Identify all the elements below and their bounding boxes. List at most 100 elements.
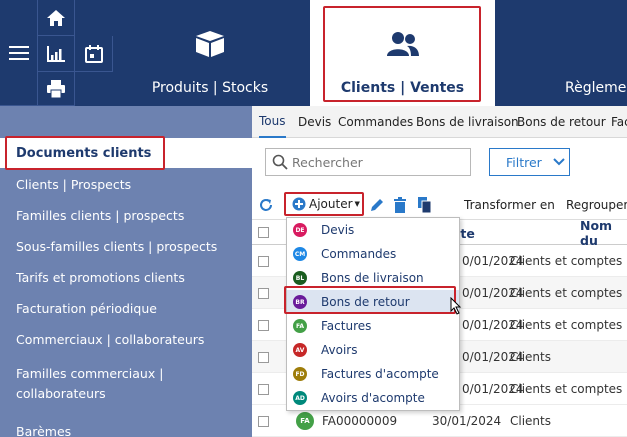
pencil-icon [371,199,383,211]
tab-factures[interactable]: Fac [611,106,627,138]
module-products-stocks[interactable]: Produits | Stocks [145,0,275,106]
sidebar-item-familles-commerciaux[interactable]: Familles commerciaux | collaborateurs [0,362,200,406]
copy-icon [418,197,432,213]
devis-badge-icon: DE [293,223,307,237]
chart-icon [47,45,65,62]
add-dropdown-menu: DE Devis CM Commandes BL Bons de livrais… [286,217,460,411]
calendar-icon [84,44,103,63]
sidebar-item-commerciaux[interactable]: Commerciaux | collaborateurs [0,324,252,354]
hamburger-icon [8,45,29,60]
menu-item-commandes[interactable]: CM Commandes [287,242,459,266]
duplicate-button[interactable] [418,191,432,219]
tab-devis[interactable]: Devis [298,106,331,138]
sidebar-item-tarifs[interactable]: Tarifs et promotions clients [0,262,252,292]
chevron-down-icon [553,158,565,166]
row-checkbox[interactable] [258,384,269,395]
menu-item-factures[interactable]: FA Factures [287,314,459,338]
home-button[interactable] [38,0,75,36]
menu-item-label: Factures [321,319,372,333]
sidebar-item-sous-familles[interactable]: Sous-familles clients | prospects [0,231,252,261]
tab-label: Commandes [338,115,414,129]
calendar-button[interactable] [75,36,113,72]
row-client-name: Clients et comptes ra [510,318,627,332]
sidebar-item-baremes[interactable]: Barèmes [0,416,252,437]
row-client-name: Clients [510,350,551,364]
tab-label: Tous [259,114,286,128]
highlight-box [284,192,364,216]
group-label: Regrouper [566,198,627,212]
search-icon [272,154,288,170]
quick-access-grid [0,0,113,106]
menu-item-factures-acompte[interactable]: FD Factures d'acompte [287,362,459,386]
top-navigation: Produits | Stocks Clients | Ventes Règle… [0,0,627,106]
box-icon [196,31,224,57]
row-client-name: Clients et comptes ra [510,382,627,396]
group-button[interactable]: Regrouper [566,191,627,219]
search-input[interactable]: Rechercher [265,148,471,176]
sidebar-item-label: Sous-familles clients | prospects [16,238,218,254]
transform-button[interactable]: Transformer en [464,191,555,219]
menu-item-label: Bons de livraison [321,271,424,285]
delete-button[interactable] [393,191,407,219]
highlight-box [284,286,456,314]
avoirs-acompte-badge-icon: AD [293,391,307,405]
factures-badge-icon: FA [296,412,314,430]
menu-item-label: Avoirs [321,343,358,357]
module-label: Produits | Stocks [151,80,269,96]
sidebar-item-label: Familles clients | prospects [16,207,185,223]
factures-badge-icon: FA [293,319,307,333]
column-header-label: Nom du [580,218,613,248]
sidebar-item-label: Barèmes [16,423,72,437]
app-window: Produits | Stocks Clients | Ventes Règle… [0,0,627,437]
row-checkbox[interactable] [258,416,269,427]
filter-button[interactable]: Filtrer [489,148,570,176]
menu-item-avoirs[interactable]: AV Avoirs [287,338,459,362]
tab-label: Fac [611,115,627,129]
bons-livraison-badge-icon: BL [293,271,307,285]
printer-icon [47,79,65,98]
tab-bons-retour[interactable]: Bons de retour [517,106,606,138]
search-placeholder: Rechercher [292,154,363,170]
tab-commandes[interactable]: Commandes [338,106,413,138]
highlight-box [5,136,165,170]
factures-acompte-badge-icon: FD [293,367,307,381]
tab-label: Devis [298,115,332,129]
row-checkbox[interactable] [258,352,269,363]
refresh-icon [260,199,272,211]
row-checkbox[interactable] [258,256,269,267]
stats-button[interactable] [38,36,75,72]
avoirs-badge-icon: AV [293,343,307,357]
hamburger-menu-button[interactable] [0,0,38,106]
mouse-cursor-icon [450,297,462,315]
menu-item-label: Avoirs d'acompte [321,391,425,405]
menu-item-avoirs-acompte[interactable]: AD Avoirs d'acompte [287,386,459,410]
home-icon [47,9,65,26]
tab-tous[interactable]: Tous [259,106,286,138]
column-header-name[interactable]: Nom du [580,218,627,248]
edit-button[interactable] [369,191,385,219]
menu-item-devis[interactable]: DE Devis [287,218,459,242]
tab-bons-livraison[interactable]: Bons de livraison [416,106,519,138]
sidebar-item-label: Clients | Prospects [16,176,132,192]
sidebar-item-label: Commerciaux | collaborateurs [16,331,205,347]
row-client-name: Clients et comptes ra [510,254,627,268]
row-checkbox[interactable] [258,288,269,299]
tab-label: Bons de livraison [416,115,519,129]
menu-item-label: Factures d'acompte [321,367,439,381]
module-label: Règlemen [565,80,627,96]
filter-label: Filtrer [506,154,542,170]
refresh-button[interactable] [258,191,274,219]
module-reglements[interactable]: Règlemen [545,0,627,106]
sidebar-item-facturation[interactable]: Facturation périodique [0,293,252,323]
sidebar-item-label: Facturation périodique [16,300,157,316]
row-client-name: Clients et comptes ra [510,286,627,300]
commandes-badge-icon: CM [293,247,307,261]
row-checkbox[interactable] [258,320,269,331]
print-button[interactable] [38,72,75,106]
document-tabs: Tous Devis Commandes Bons de livraison B… [252,106,627,138]
tab-label: Bons de retour [517,115,606,129]
menu-item-label: Devis [321,223,355,237]
select-all-checkbox[interactable] [258,227,269,238]
sidebar-item-clients-prospects[interactable]: Clients | Prospects [0,169,252,199]
sidebar-item-familles-clients[interactable]: Familles clients | prospects [0,200,252,230]
